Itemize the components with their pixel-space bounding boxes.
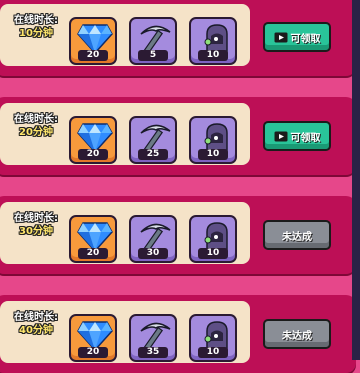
online-time-label: 在线时长: 10分钟 — [10, 15, 62, 40]
quantity-badge: 10 — [198, 347, 228, 358]
not-achieved-button[interactable]: 未达成 — [263, 220, 331, 250]
reward-slot-pickaxe[interactable]: 35 — [129, 314, 177, 362]
reward-slot-cloak[interactable]: 10 — [189, 116, 237, 164]
label-text: 在线时长: — [14, 312, 58, 323]
duration-text: 40分钟 — [19, 324, 53, 336]
duration-text: 30分钟 — [19, 225, 53, 237]
reward-row: 在线时长: 20分钟 20 25 10 可领取 — [0, 97, 356, 175]
reward-row: 在线时长: 40分钟 20 35 10 未达成 — [0, 295, 356, 373]
duration-text: 20分钟 — [19, 126, 53, 138]
not-achieved-button[interactable]: 未达成 — [263, 319, 331, 349]
reward-slot-diamond[interactable]: 20 — [69, 314, 117, 362]
reward-slot-pickaxe[interactable]: 25 — [129, 116, 177, 164]
quantity-badge: 20 — [78, 149, 108, 160]
reward-slot-cloak[interactable]: 10 — [189, 17, 237, 65]
quantity-badge: 10 — [198, 50, 228, 61]
reward-slot-pickaxe[interactable]: 30 — [129, 215, 177, 263]
button-label: 可领取 — [290, 33, 321, 45]
reward-slot-cloak[interactable]: 10 — [189, 215, 237, 263]
video-icon — [274, 131, 287, 141]
reward-slot-cloak[interactable]: 10 — [189, 314, 237, 362]
label-text: 在线时长: — [14, 213, 58, 224]
quantity-badge: 20 — [78, 347, 108, 358]
label-text: 在线时长: — [14, 114, 58, 125]
reward-slot-diamond[interactable]: 20 — [69, 215, 117, 263]
claim-button[interactable]: 可领取 — [263, 22, 331, 52]
quantity-badge: 30 — [138, 248, 168, 259]
reward-row: 在线时长: 30分钟 20 30 10 未达成 — [0, 196, 356, 274]
online-time-label: 在线时长: 30分钟 — [10, 213, 62, 238]
quantity-badge: 10 — [198, 248, 228, 259]
claim-button[interactable]: 可领取 — [263, 121, 331, 151]
button-label: 未达成 — [282, 330, 312, 342]
quantity-badge: 5 — [138, 50, 168, 61]
reward-panel: 在线时长: 10分钟 20 5 10 — [0, 4, 250, 66]
reward-panel: 在线时长: 20分钟 20 25 10 — [0, 103, 250, 165]
label-text: 在线时长: — [14, 15, 58, 26]
online-time-label: 在线时长: 40分钟 — [10, 312, 62, 337]
button-label: 可领取 — [290, 132, 321, 144]
online-time-label: 在线时长: 20分钟 — [10, 114, 62, 139]
button-label: 未达成 — [282, 231, 312, 243]
video-icon — [274, 32, 287, 42]
quantity-badge: 20 — [78, 248, 108, 259]
reward-slot-pickaxe[interactable]: 5 — [129, 17, 177, 65]
reward-row: 在线时长: 10分钟 20 5 10 可领取 — [0, 0, 356, 76]
quantity-badge: 20 — [78, 50, 108, 61]
reward-list: 在线时长: 10分钟 20 5 10 可领取 在线时长: 20分钟 20 25 … — [0, 0, 360, 373]
duration-text: 10分钟 — [19, 27, 53, 39]
reward-slot-diamond[interactable]: 20 — [69, 17, 117, 65]
quantity-badge: 10 — [198, 149, 228, 160]
quantity-badge: 35 — [138, 347, 168, 358]
reward-slot-diamond[interactable]: 20 — [69, 116, 117, 164]
quantity-badge: 25 — [138, 149, 168, 160]
side-strip — [352, 0, 360, 360]
reward-panel: 在线时长: 30分钟 20 30 10 — [0, 202, 250, 264]
reward-panel: 在线时长: 40分钟 20 35 10 — [0, 301, 250, 363]
